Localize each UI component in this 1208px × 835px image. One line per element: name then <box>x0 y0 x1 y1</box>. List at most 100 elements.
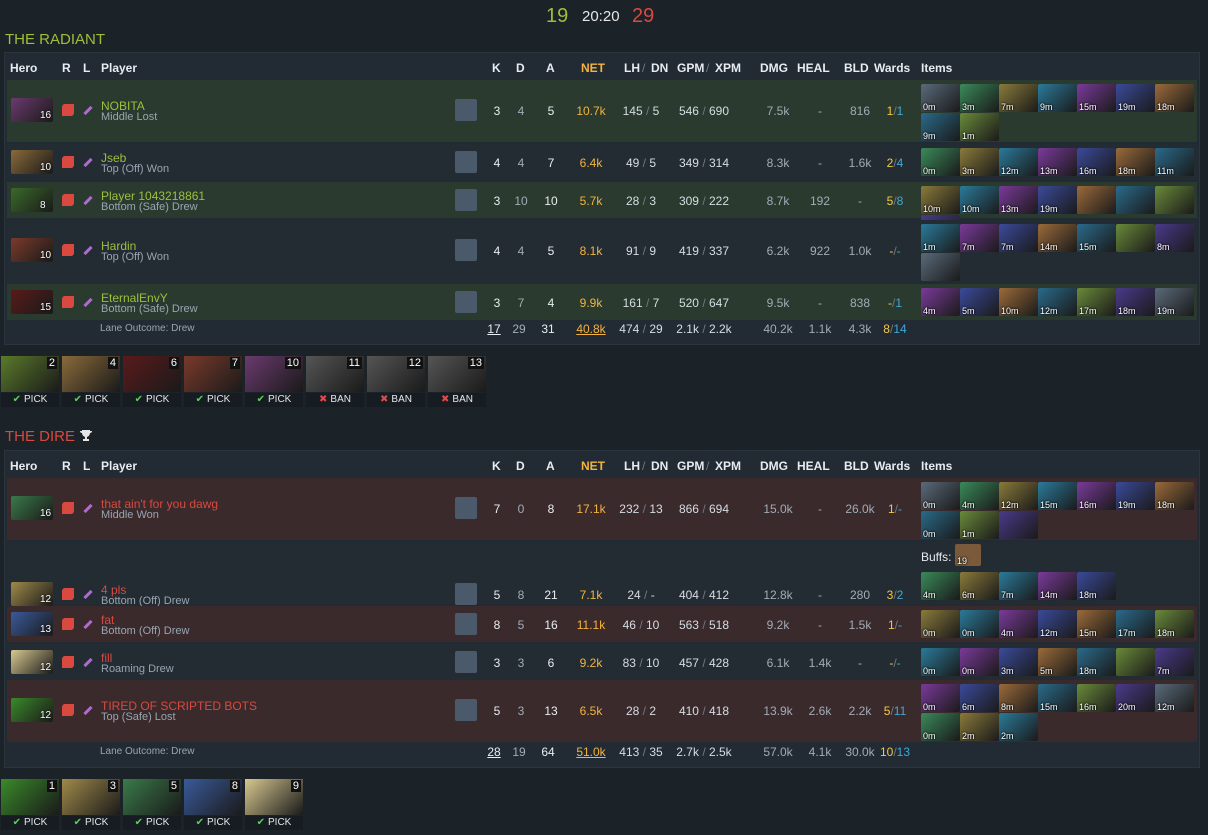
item-icon[interactable]: 1m <box>960 511 999 539</box>
item-icon[interactable]: 16m <box>1077 148 1116 176</box>
item-icon[interactable]: 16m <box>1077 684 1116 712</box>
draft-slot[interactable]: 5 ✔ PICK <box>123 779 181 831</box>
item-icon[interactable]: 18m <box>1155 84 1194 112</box>
item-icon[interactable]: 18m <box>1155 610 1194 638</box>
col-player[interactable]: Player <box>101 61 137 75</box>
col-deaths[interactable]: D <box>516 61 525 75</box>
item-icon[interactable]: 13m <box>1038 148 1077 176</box>
item-icon[interactable]: 12m <box>1038 610 1077 638</box>
item-icon[interactable]: 5m <box>1038 648 1077 676</box>
player-avatar[interactable] <box>455 497 477 519</box>
item-icon[interactable]: 7m <box>999 84 1038 112</box>
item-icon[interactable]: 19m <box>1155 288 1194 316</box>
item-icon[interactable] <box>921 253 960 281</box>
draft-slot[interactable]: 9 ✔ PICK <box>245 779 303 831</box>
item-icon[interactable]: 1m <box>960 113 999 141</box>
item-icon[interactable]: 3m <box>960 148 999 176</box>
item-icon[interactable]: 14m <box>1038 224 1077 252</box>
col-denies[interactable]: DN <box>651 61 668 75</box>
col-wards[interactable]: Wards <box>874 459 910 473</box>
item-icon[interactable]: 1m <box>921 224 960 252</box>
draft-slot[interactable]: 2 ✔ PICK <box>1 356 59 408</box>
player-avatar[interactable] <box>455 291 477 313</box>
player-avatar[interactable] <box>455 189 477 211</box>
item-icon[interactable]: 0m <box>960 648 999 676</box>
col-lane[interactable]: L <box>83 459 90 473</box>
col-role[interactable]: R <box>62 459 71 473</box>
col-items[interactable]: Items <box>921 61 952 75</box>
col-hero[interactable]: Hero <box>10 61 37 75</box>
col-hero[interactable]: Hero <box>10 459 37 473</box>
player-avatar[interactable] <box>455 99 477 121</box>
item-icon[interactable]: 12m <box>1038 288 1077 316</box>
item-icon[interactable]: 9m <box>921 113 960 141</box>
col-assists[interactable]: A <box>546 459 555 473</box>
col-gpm[interactable]: GPM <box>677 61 704 75</box>
item-icon[interactable]: 15m <box>1038 482 1077 510</box>
item-icon[interactable]: 10m <box>921 186 960 214</box>
draft-slot[interactable]: 4 ✔ PICK <box>62 356 120 408</box>
item-icon[interactable]: 19m <box>1116 84 1155 112</box>
item-icon[interactable]: 5m <box>960 288 999 316</box>
item-icon[interactable] <box>1116 224 1155 252</box>
item-icon[interactable]: 10m <box>999 288 1038 316</box>
item-icon[interactable]: 15m <box>1077 224 1116 252</box>
item-icon[interactable]: 0m <box>960 610 999 638</box>
player-avatar[interactable] <box>455 699 477 721</box>
item-icon[interactable]: 8m <box>1155 224 1194 252</box>
item-icon[interactable]: 17m <box>1077 288 1116 316</box>
player-avatar[interactable] <box>455 583 477 605</box>
col-lane[interactable]: L <box>83 61 90 75</box>
item-icon[interactable]: 0m <box>921 148 960 176</box>
item-icon[interactable]: 0m <box>921 84 960 112</box>
col-gpm[interactable]: GPM <box>677 459 704 473</box>
item-icon[interactable]: 19m <box>1116 482 1155 510</box>
item-icon[interactable]: 0m <box>921 610 960 638</box>
item-icon[interactable]: 18m <box>1155 482 1194 510</box>
item-icon[interactable]: 2m <box>999 713 1038 741</box>
item-icon[interactable]: 18m <box>1116 148 1155 176</box>
item-icon[interactable]: 18m <box>1077 572 1116 600</box>
draft-slot[interactable]: 1 ✔ PICK <box>1 779 59 831</box>
item-icon[interactable] <box>1116 186 1155 214</box>
item-icon[interactable]: 20m <box>1116 684 1155 712</box>
draft-slot[interactable]: 13 ✖ BAN <box>428 356 486 408</box>
player-avatar[interactable] <box>455 151 477 173</box>
col-networth[interactable]: NET <box>581 61 605 75</box>
draft-slot[interactable]: 10 ✔ PICK <box>245 356 303 408</box>
item-icon[interactable]: 0m <box>921 713 960 741</box>
col-heal[interactable]: HEAL <box>797 61 830 75</box>
player-avatar[interactable] <box>455 651 477 673</box>
player-avatar[interactable] <box>455 239 477 261</box>
col-damage[interactable]: DMG <box>760 61 788 75</box>
col-xpm[interactable]: XPM <box>715 61 741 75</box>
item-icon[interactable]: 13m <box>999 186 1038 214</box>
item-icon[interactable]: 2m <box>960 713 999 741</box>
item-icon[interactable]: 10m <box>960 186 999 214</box>
item-icon[interactable]: 15m <box>1077 610 1116 638</box>
col-xpm[interactable]: XPM <box>715 459 741 473</box>
col-damage[interactable]: DMG <box>760 459 788 473</box>
col-building[interactable]: BLD <box>844 459 869 473</box>
item-icon[interactable] <box>999 511 1038 539</box>
item-icon[interactable]: 7m <box>960 224 999 252</box>
item-icon[interactable]: 0m <box>921 684 960 712</box>
item-icon[interactable] <box>1116 648 1155 676</box>
draft-slot[interactable]: 6 ✔ PICK <box>123 356 181 408</box>
col-networth[interactable]: NET <box>581 459 605 473</box>
draft-slot[interactable]: 7 ✔ PICK <box>184 356 242 408</box>
item-icon[interactable] <box>1155 186 1194 214</box>
draft-slot[interactable]: 3 ✔ PICK <box>62 779 120 831</box>
col-kills[interactable]: K <box>492 459 501 473</box>
col-player[interactable]: Player <box>101 459 137 473</box>
item-icon[interactable]: 12m <box>999 148 1038 176</box>
col-items[interactable]: Items <box>921 459 952 473</box>
item-icon[interactable]: 18m <box>1116 288 1155 316</box>
col-lasthits[interactable]: LH <box>624 459 640 473</box>
item-icon[interactable]: 4m <box>921 288 960 316</box>
item-icon[interactable]: 7m <box>999 224 1038 252</box>
col-assists[interactable]: A <box>546 61 555 75</box>
item-icon[interactable]: 3m <box>960 84 999 112</box>
item-icon[interactable]: 4m <box>921 572 960 600</box>
col-wards[interactable]: Wards <box>874 61 910 75</box>
